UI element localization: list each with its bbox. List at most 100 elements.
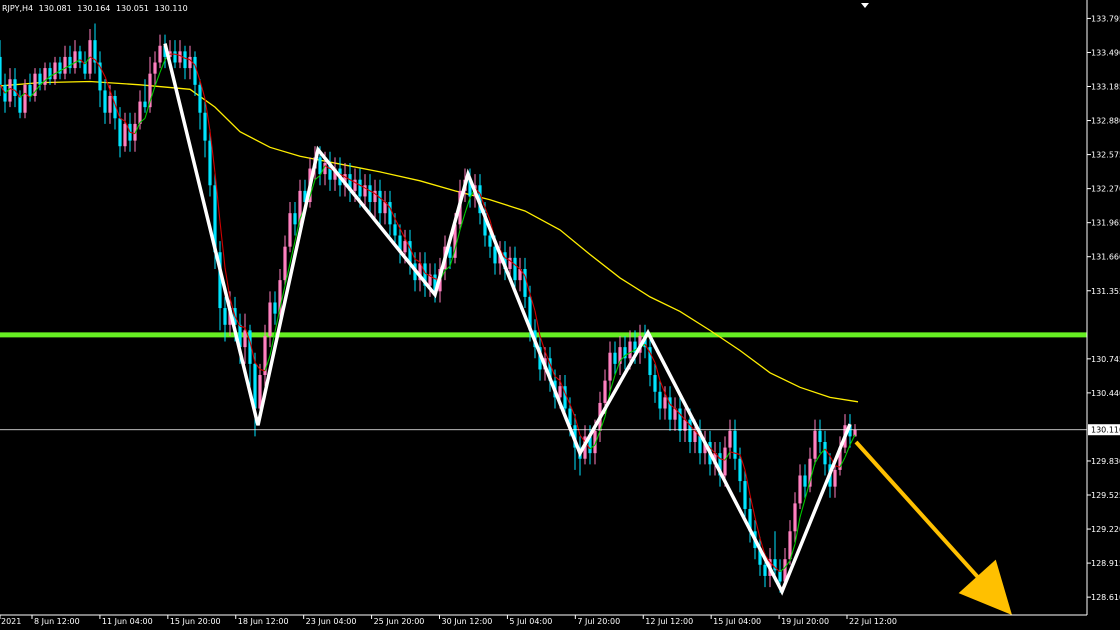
price-tick-label: 130.440 bbox=[1091, 389, 1120, 398]
price-tick-label: 131.965 bbox=[1091, 219, 1120, 228]
candle-body bbox=[653, 375, 657, 392]
candle-body bbox=[273, 302, 277, 314]
candle-body bbox=[798, 475, 802, 504]
current-price-label: 130.110 bbox=[1091, 426, 1120, 435]
candle-body bbox=[608, 352, 612, 381]
price-tick-label: 128.610 bbox=[1091, 593, 1120, 602]
candle-body bbox=[118, 118, 122, 147]
candle-body bbox=[198, 84, 202, 113]
candle-body bbox=[63, 56, 67, 74]
candle-body bbox=[283, 246, 287, 281]
price-tick-label: 129.525 bbox=[1091, 491, 1120, 500]
candle-body bbox=[393, 224, 397, 236]
header-open: 130.081 bbox=[39, 4, 72, 13]
price-tick-label: 131.660 bbox=[1091, 253, 1120, 262]
header-symbol: RJPY,H4 bbox=[2, 4, 33, 13]
candle-body bbox=[778, 570, 782, 582]
price-tick-label: 132.270 bbox=[1091, 185, 1120, 194]
price-chart[interactable]: 133.795 133.490 133.185 132.880 132.575 132.2… bbox=[0, 0, 1120, 630]
candle-body bbox=[678, 408, 682, 431]
time-tick-label: 7 Jul 20:00 bbox=[577, 617, 620, 626]
candle-body bbox=[818, 430, 822, 442]
candle-body bbox=[223, 308, 227, 325]
candle-body bbox=[193, 56, 197, 85]
candle-body bbox=[178, 51, 182, 63]
time-tick-label: 30 Jun 12:00 bbox=[442, 617, 493, 626]
price-tick-label: 132.575 bbox=[1091, 151, 1120, 160]
price-tick-label: 131.355 bbox=[1091, 287, 1120, 296]
candle-body bbox=[158, 45, 162, 63]
current-price-tag: 130.110 bbox=[1088, 424, 1120, 436]
candle-body bbox=[663, 397, 667, 409]
time-tick-label: 5 Jul 04:00 bbox=[509, 617, 552, 626]
candle-body bbox=[243, 330, 247, 348]
candle-body bbox=[523, 268, 527, 297]
candle-body bbox=[53, 62, 57, 80]
header-high: 130.164 bbox=[77, 4, 110, 13]
price-tick-label: 130.745 bbox=[1091, 355, 1120, 364]
time-tick-label: 25 Jun 20:00 bbox=[374, 617, 425, 626]
candle-body bbox=[318, 157, 322, 175]
time-tick-label: 8 Jun 12:00 bbox=[34, 617, 80, 626]
time-tick-label: 2021 bbox=[1, 617, 21, 626]
candle-body bbox=[188, 56, 192, 69]
candle-body bbox=[13, 79, 17, 96]
time-tick-label: 23 Jun 04:00 bbox=[306, 617, 357, 626]
chart-header: RJPY,H4 130.081 130.164 130.051 130.110 bbox=[2, 4, 188, 13]
candle-body bbox=[173, 51, 177, 63]
price-tick-label: 129.830 bbox=[1091, 457, 1120, 466]
candle-body bbox=[123, 123, 127, 147]
candle-body bbox=[658, 391, 662, 409]
candle-body bbox=[603, 380, 607, 403]
candle-body bbox=[823, 441, 827, 465]
candle-body bbox=[488, 235, 492, 247]
time-tick-label: 12 Jul 12:00 bbox=[645, 617, 693, 626]
candle-body bbox=[728, 430, 732, 448]
price-tick-label: 129.220 bbox=[1091, 525, 1120, 534]
candle-body bbox=[138, 101, 142, 124]
candle-body bbox=[288, 213, 292, 247]
candle-body bbox=[793, 503, 797, 532]
price-tick-label: 133.795 bbox=[1091, 14, 1120, 23]
candle-body bbox=[0, 56, 2, 85]
candle-body bbox=[833, 469, 837, 487]
candle-body bbox=[558, 386, 562, 398]
candle-body bbox=[358, 179, 362, 197]
candle-body bbox=[813, 430, 817, 459]
price-tick-label: 128.915 bbox=[1091, 559, 1120, 568]
candle-body bbox=[73, 51, 77, 69]
time-tick-label: 15 Jun 20:00 bbox=[170, 617, 221, 626]
candle-body bbox=[43, 68, 47, 85]
header-low: 130.051 bbox=[116, 4, 149, 13]
candle-body bbox=[293, 213, 297, 225]
candle-body bbox=[183, 51, 187, 69]
candle-body bbox=[613, 352, 617, 364]
candle-body bbox=[268, 302, 272, 336]
candle-body bbox=[688, 419, 692, 442]
candle-body bbox=[143, 101, 147, 108]
time-tick-label: 18 Jun 12:00 bbox=[238, 617, 289, 626]
time-tick-label: 15 Jul 04:00 bbox=[713, 617, 761, 626]
candle-body bbox=[38, 73, 42, 85]
candle-body bbox=[513, 257, 517, 281]
candle-body bbox=[493, 246, 497, 264]
candle-body bbox=[388, 202, 392, 225]
candle-body bbox=[8, 79, 12, 102]
candle-body bbox=[18, 95, 22, 113]
time-tick-label: 19 Jul 20:00 bbox=[781, 617, 829, 626]
time-tick-label: 22 Jul 12:00 bbox=[849, 617, 897, 626]
candle-body bbox=[628, 341, 632, 359]
candle-body bbox=[733, 430, 737, 459]
candle-body bbox=[403, 241, 407, 253]
price-tick-label: 133.185 bbox=[1091, 83, 1120, 92]
candle-body bbox=[23, 84, 27, 113]
candle-body bbox=[738, 458, 742, 482]
candle-body bbox=[208, 140, 212, 186]
candle-body bbox=[378, 190, 382, 214]
candle-body bbox=[368, 185, 372, 203]
candle-body bbox=[28, 84, 32, 96]
time-tick-label: 11 Jun 04:00 bbox=[102, 617, 153, 626]
candle-body bbox=[763, 564, 767, 576]
candle-body bbox=[743, 481, 747, 509]
candle-body bbox=[153, 62, 157, 74]
